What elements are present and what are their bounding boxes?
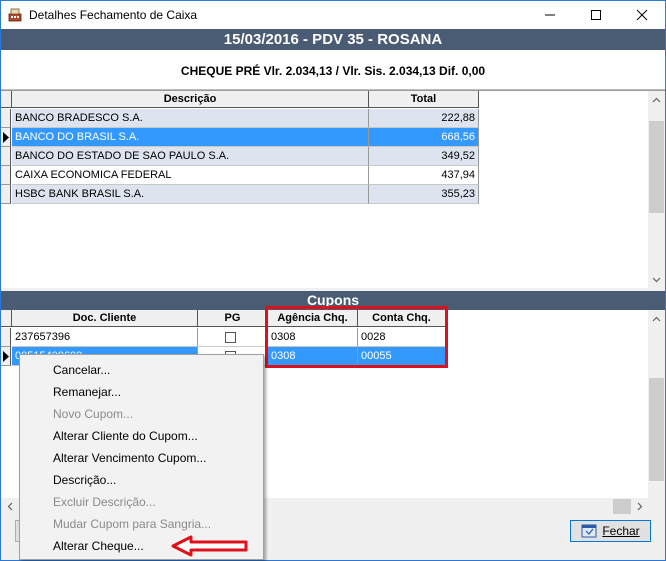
table-cell-total[interactable]: 222,88 bbox=[369, 109, 479, 128]
scroll-down-button[interactable] bbox=[648, 271, 665, 288]
chevron-left-icon bbox=[7, 502, 12, 511]
chevron-up-icon bbox=[652, 316, 661, 321]
current-row-arrow-icon bbox=[3, 351, 9, 362]
summary-text: CHEQUE PRÉ Vlr. 2.034,13 / Vlr. Sis. 2.0… bbox=[180, 64, 486, 78]
row-indicator-current[interactable] bbox=[1, 128, 11, 147]
row-indicator-header bbox=[1, 91, 12, 108]
menu-item-cancelar[interactable]: Cancelar... bbox=[53, 359, 110, 381]
title-bar[interactable]: Detalhes Fechamento de Caixa bbox=[1, 1, 665, 29]
page-title: 15/03/2016 - PDV 35 - ROSANA bbox=[1, 29, 665, 50]
current-row-arrow-icon bbox=[3, 132, 9, 143]
row-indicator[interactable] bbox=[1, 147, 11, 166]
minimize-icon bbox=[545, 14, 555, 16]
maximize-button[interactable] bbox=[573, 1, 619, 29]
menu-item-alterar-cheque[interactable]: Alterar Cheque... bbox=[53, 535, 144, 557]
menu-item-alterar-cliente[interactable]: Alterar Cliente do Cupom... bbox=[53, 425, 198, 447]
table-cell-total[interactable]: 437,94 bbox=[369, 166, 479, 185]
cupons-section-title: Cupons bbox=[1, 291, 665, 310]
exit-door-icon bbox=[581, 524, 597, 538]
context-menu: Cancelar... Remanejar... Novo Cupom... A… bbox=[19, 354, 264, 560]
table-cell-agencia-chq[interactable]: 0308 bbox=[268, 328, 358, 347]
column-header-pg[interactable]: PG bbox=[198, 310, 268, 327]
fechar-button[interactable]: Fechar bbox=[570, 520, 651, 542]
table-cell-conta-chq[interactable]: 00055 bbox=[358, 347, 446, 366]
chevron-down-icon bbox=[652, 277, 661, 282]
menu-item-remanejar[interactable]: Remanejar... bbox=[53, 381, 121, 403]
menu-item-novo-cupom: Novo Cupom... bbox=[53, 407, 134, 421]
banks-grid[interactable]: Descrição Total BANCO BRADESCO S.A. 222,… bbox=[1, 90, 665, 288]
scroll-left-button[interactable] bbox=[1, 498, 18, 515]
menu-item-alterar-vencimento[interactable]: Alterar Vencimento Cupom... bbox=[53, 447, 206, 469]
scroll-thumb[interactable] bbox=[649, 378, 664, 481]
summary-panel: CHEQUE PRÉ Vlr. 2.034,13 / Vlr. Sis. 2.0… bbox=[1, 50, 665, 90]
table-cell-descricao[interactable]: CAIXA ECONOMICA FEDERAL bbox=[12, 166, 369, 185]
column-header-descricao[interactable]: Descrição bbox=[12, 91, 369, 108]
table-cell-descricao[interactable]: BANCO BRADESCO S.A. bbox=[12, 109, 369, 128]
table-cell-conta-chq[interactable]: 0028 bbox=[358, 328, 446, 347]
scroll-right-button[interactable] bbox=[631, 498, 648, 515]
column-header-doc-cliente[interactable]: Doc. Cliente bbox=[12, 310, 198, 327]
row-indicator[interactable] bbox=[1, 185, 11, 204]
cupons-vertical-scrollbar[interactable] bbox=[648, 310, 665, 498]
scroll-up-button[interactable] bbox=[648, 91, 665, 108]
row-indicator[interactable] bbox=[1, 328, 11, 347]
table-cell-total[interactable]: 349,52 bbox=[369, 147, 479, 166]
row-indicator[interactable] bbox=[1, 166, 11, 185]
menu-item-mudar-cupom-sangria: Mudar Cupom para Sangria... bbox=[53, 517, 212, 531]
menu-item-descricao[interactable]: Descrição... bbox=[53, 469, 116, 491]
row-indicator-header bbox=[1, 310, 12, 327]
cash-register-icon bbox=[8, 8, 22, 22]
table-cell-total[interactable]: 668,56 bbox=[369, 128, 479, 147]
column-header-conta-chq[interactable]: Conta Chq. bbox=[358, 310, 446, 327]
column-header-agencia-chq[interactable]: Agência Chq. bbox=[268, 310, 358, 327]
chevron-up-icon bbox=[652, 97, 661, 102]
row-indicator[interactable] bbox=[1, 109, 11, 128]
column-header-total[interactable]: Total bbox=[369, 91, 479, 108]
chevron-right-icon bbox=[637, 502, 642, 511]
pg-checkbox[interactable] bbox=[225, 332, 236, 343]
banks-vertical-scrollbar[interactable] bbox=[648, 91, 665, 288]
table-cell-pg[interactable] bbox=[198, 328, 268, 347]
menu-item-excluir-descricao: Excluir Descrição... bbox=[53, 495, 156, 509]
table-cell-descricao[interactable]: HSBC BANK BRASIL S.A. bbox=[12, 185, 369, 204]
close-window-button[interactable] bbox=[619, 1, 665, 29]
scroll-thumb[interactable] bbox=[649, 121, 664, 213]
scrollbar-corner bbox=[648, 498, 665, 515]
table-cell-agencia-chq[interactable]: 0308 bbox=[268, 347, 358, 366]
row-indicator-current[interactable] bbox=[1, 347, 11, 366]
scroll-thumb[interactable] bbox=[613, 499, 631, 514]
scroll-up-button[interactable] bbox=[648, 310, 665, 327]
window-title: Detalhes Fechamento de Caixa bbox=[29, 8, 198, 22]
table-cell-descricao[interactable]: BANCO DO BRASIL S.A. bbox=[12, 128, 369, 147]
fechar-button-label: Fechar bbox=[602, 524, 640, 538]
table-cell-total[interactable]: 355,23 bbox=[369, 185, 479, 204]
maximize-icon bbox=[591, 10, 601, 20]
close-icon bbox=[636, 9, 648, 21]
table-cell-doc-cliente[interactable]: 237657396 bbox=[12, 328, 198, 347]
table-cell-descricao[interactable]: BANCO DO ESTADO DE SAO PAULO S.A. bbox=[12, 147, 369, 166]
minimize-button[interactable] bbox=[527, 1, 573, 29]
red-arrow-annotation-icon bbox=[171, 535, 248, 557]
